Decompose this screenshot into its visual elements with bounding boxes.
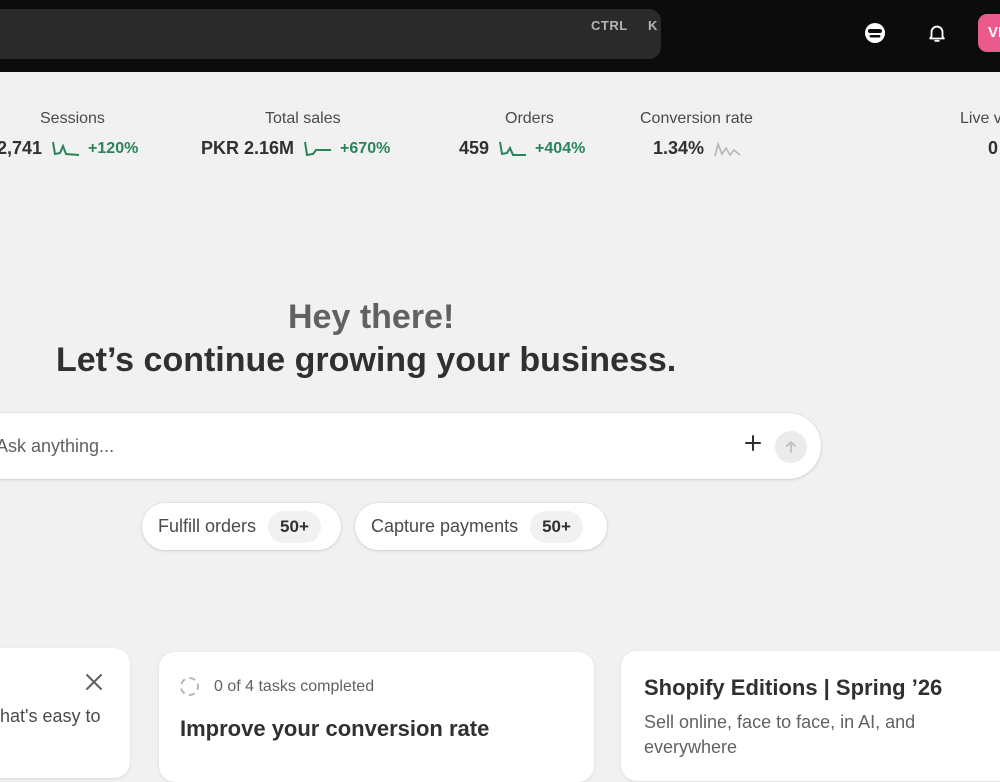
avatar[interactable]: VI [978,14,1000,52]
metric-value: 2,741 [0,138,43,158]
ask-placeholder: Ask anything... [0,436,115,456]
metric-live-visitors[interactable]: Live v [960,110,1000,128]
shortcut-ctrl: CTRL [591,18,628,33]
metric-sessions[interactable]: Sessions [40,110,105,128]
top-bar: CTRL K VI [0,0,1000,72]
metric-value: 0 [988,138,999,158]
chip-capture-payments[interactable]: Capture payments 50+ [355,503,607,550]
metric-label: Total sales [265,110,341,127]
metric-conversion-rate[interactable]: Conversion rate [640,110,753,128]
progress-circle-icon [180,677,199,696]
metric-change: +120% [88,139,139,157]
chip-label: Capture payments [371,516,519,536]
metric-live-row: 0 [988,138,998,159]
ask-input[interactable] [0,413,821,479]
chip-count-badge: 50+ [268,510,321,543]
sparkline-icon [52,141,80,156]
metric-value: 1.34% [653,138,705,158]
search-bar[interactable] [0,9,661,59]
card-editions-description: Sell online, face to face, in AI, and ev… [644,712,916,757]
metric-orders-row: 459 +404% [459,138,585,159]
metric-change: +670% [340,139,391,157]
metric-total-sales-row: PKR 2.16M +670% [201,138,390,159]
store-icon[interactable] [861,19,889,47]
chip-fulfill-orders[interactable]: Fulfill orders 50+ [142,503,341,550]
sparkline-icon [714,140,741,156]
metric-value: 459 [459,138,490,158]
bell-icon[interactable] [923,19,951,47]
sparkline-icon [499,141,527,156]
chip-label: Fulfill orders [158,516,257,536]
arrow-up-icon [786,441,796,453]
close-icon[interactable] [84,672,104,692]
metric-total-sales[interactable]: Total sales [265,110,341,128]
metric-change: +404% [535,139,586,157]
metric-label: Orders [505,110,554,127]
sparkline-icon [304,141,332,156]
hero-greeting: Hey there! [288,298,455,336]
metric-label: Conversion rate [640,110,753,127]
card-editions-title: Shopify Editions | Spring ’26 [644,675,943,700]
card-left-text: hat's easy to [0,706,101,726]
metric-orders[interactable]: Orders [505,110,554,128]
send-button[interactable] [775,431,807,463]
card-setup-title: Improve your conversion rate [180,716,490,741]
metric-value: PKR 2.16M [201,138,295,158]
shortcut-k: K [648,18,658,33]
task-progress: 0 of 4 tasks completed [214,678,375,695]
chip-count-badge: 50+ [530,510,583,543]
metric-conversion-row: 1.34% [653,138,742,159]
hero-subtitle: Let’s continue growing your business. [56,341,677,379]
metric-label: Live v [960,110,1000,127]
plus-icon [745,435,761,451]
metric-sessions-row: 2,741 +120% [0,138,138,159]
metric-label: Sessions [40,110,105,127]
add-attachment-button[interactable] [741,434,765,458]
